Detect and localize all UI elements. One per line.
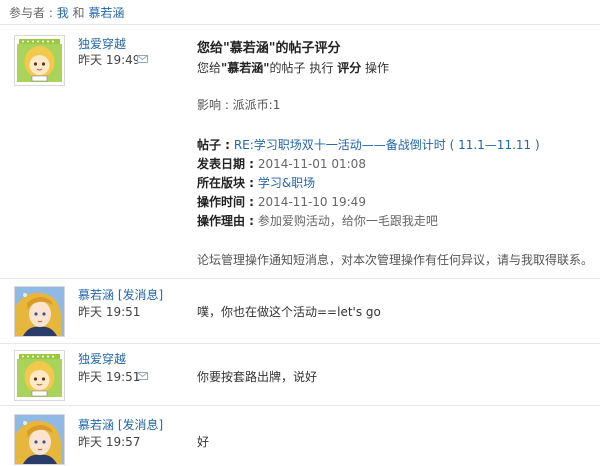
notice-footer: 论坛管理操作通知短消息，对本次管理操作有任何异议，请与我取得联系。 <box>197 253 594 267</box>
message-author[interactable]: 慕若涵 <box>78 418 114 432</box>
message-item: 慕若涵 [发消息] 昨天 19:57 好 <box>0 406 600 466</box>
envelope-icon[interactable] <box>137 55 148 63</box>
date-value: 2014-11-01 01:08 <box>257 157 366 171</box>
message-author[interactable]: 慕若涵 <box>78 288 114 302</box>
notice-summary-post: 操作 <box>365 61 390 75</box>
optime-value: 2014-11-10 19:49 <box>257 195 366 209</box>
avatar-duai-chuanyue[interactable] <box>14 350 65 401</box>
message-time: 昨天 19:51 <box>78 370 141 384</box>
message-item: 独爱穿越 昨天 19:51 你要按套路出牌，说好 <box>0 344 600 405</box>
participants-and: 和 <box>72 6 85 20</box>
avatar-murouhan[interactable] <box>14 286 65 337</box>
notice-effect: 影响 : 派派币:1 <box>197 98 281 112</box>
avatar-murouhan[interactable] <box>14 414 65 465</box>
message-item: 慕若涵 [发消息] 昨天 19:51 噗，你也在做这个活动==let's go <box>0 279 600 343</box>
envelope-icon[interactable] <box>137 372 148 380</box>
notice-summary-name: "慕若涵" <box>221 61 270 75</box>
avatar-anime-girl <box>15 415 64 464</box>
message-author-row: 慕若涵 [发消息] <box>78 286 163 303</box>
date-label: 发表日期 : <box>197 157 254 171</box>
message-author-row: 慕若涵 [发消息] <box>78 416 163 433</box>
post-label: 帖子 : <box>197 138 230 152</box>
message-time: 昨天 19:49 <box>78 53 141 67</box>
notice-reason-row: 操作理由 : 参加爱购活动，给你一毛跟我走吧 <box>197 212 438 229</box>
notice-summary-pre: 您给 <box>197 61 222 75</box>
notice-date-row: 发表日期 : 2014-11-01 01:08 <box>197 155 366 172</box>
notice-board-row: 所在版块 : 学习&职场 <box>197 174 315 191</box>
reason-label: 操作理由 : <box>197 214 254 228</box>
message-text: 你要按套路出牌，说好 <box>197 370 318 384</box>
optime-label: 操作时间 : <box>197 195 254 209</box>
message-notice: 独爱穿越 昨天 19:49 您给"慕若涵"的帖子评分 您给"慕若涵"的帖子 执行… <box>0 25 600 278</box>
board-label: 所在版块 : <box>197 176 254 190</box>
send-message-link[interactable]: [发消息] <box>118 418 163 432</box>
avatar-cartoon-girl <box>15 36 64 85</box>
avatar-duai-chuanyue[interactable] <box>14 35 65 86</box>
post-link[interactable]: RE:学习职场双十一活动——备战倒计时 ( 11.1—11.11 ) <box>234 138 540 152</box>
notice-optime-row: 操作时间 : 2014-11-10 19:49 <box>197 193 366 210</box>
message-time: 昨天 19:57 <box>78 435 141 449</box>
notice-post-row: 帖子 : RE:学习职场双十一活动——备战倒计时 ( 11.1—11.11 ) <box>197 136 540 153</box>
notice-summary: 您给"慕若涵"的帖子 执行 评分 操作 <box>197 59 389 76</box>
message-author[interactable]: 独爱穿越 <box>78 35 126 52</box>
message-text: 噗，你也在做这个活动==let's go <box>197 305 381 319</box>
message-time: 昨天 19:51 <box>78 305 141 319</box>
board-link[interactable]: 学习&职场 <box>258 176 315 190</box>
notice-summary-action: 评分 <box>337 61 362 75</box>
participants-bar: 参与者 : 我 和 慕若涵 <box>9 3 124 23</box>
reason-value: 参加爱购活动，给你一毛跟我走吧 <box>257 214 438 228</box>
avatar-cartoon-girl <box>15 351 64 400</box>
send-message-link[interactable]: [发消息] <box>118 288 163 302</box>
participants-label: 参与者 : <box>9 6 53 20</box>
message-text: 好 <box>197 435 210 449</box>
message-author[interactable]: 独爱穿越 <box>78 350 126 367</box>
avatar-anime-girl <box>15 287 64 336</box>
notice-summary-mid: 的帖子 执行 <box>269 61 334 75</box>
notice-title: 您给"慕若涵"的帖子评分 <box>197 41 341 56</box>
participant-link-murouhan[interactable]: 慕若涵 <box>88 6 124 20</box>
participant-link-me[interactable]: 我 <box>57 6 69 20</box>
